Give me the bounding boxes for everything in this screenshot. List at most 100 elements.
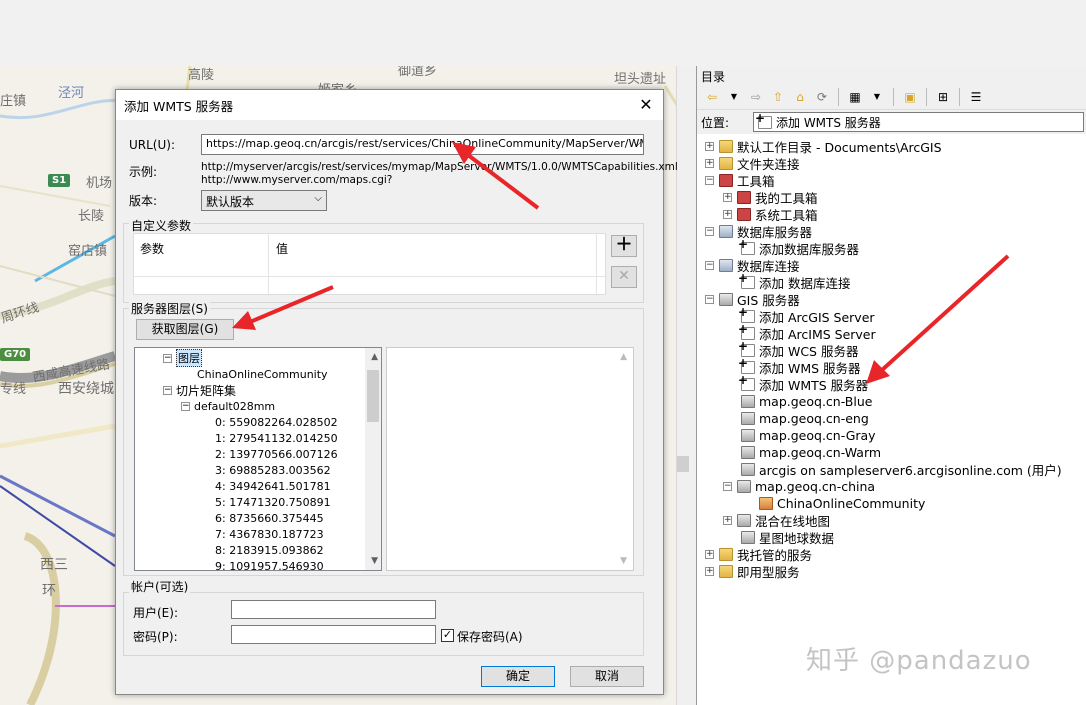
tree-item-geoq-china[interactable]: − map.geoq.cn-china xyxy=(723,478,875,495)
expand-icon[interactable]: + xyxy=(723,193,732,202)
home-icon[interactable]: ⌂ xyxy=(791,88,809,106)
zoom-level-item[interactable]: 0: 559082264.028502 xyxy=(215,414,338,430)
collapse-icon[interactable]: − xyxy=(163,385,172,395)
dropdown-arrow-icon[interactable]: ▼ xyxy=(868,88,886,106)
refresh-icon[interactable]: ⟳ xyxy=(813,88,831,106)
tree-item-geoq-blue[interactable]: map.geoq.cn-Blue xyxy=(741,393,872,410)
up-folder-icon[interactable]: ⇧ xyxy=(769,88,787,106)
collapse-icon[interactable]: − xyxy=(705,227,714,236)
layer-tree-scrollbar[interactable]: ▲ ▼ xyxy=(365,348,381,570)
zoom-level-item[interactable]: 2: 139770566.007126 xyxy=(215,446,338,462)
zoom-level-item[interactable]: 7: 4367830.187723 xyxy=(215,526,324,542)
collapse-icon[interactable]: − xyxy=(705,176,714,185)
cancel-button[interactable]: 取消 xyxy=(570,666,644,687)
scroll-down-icon[interactable]: ▼ xyxy=(371,556,378,566)
ok-button[interactable]: 确定 xyxy=(481,666,555,687)
tree-item-star-map[interactable]: 星图地球数据 xyxy=(741,529,834,546)
zoom-level-item[interactable]: 4: 34942641.501781 xyxy=(215,478,331,494)
tree-item-my-toolboxes[interactable]: + 我的工具箱 xyxy=(723,189,818,206)
tree-item-arcgis-sample[interactable]: arcgis on sampleserver6.arcgisonline.com… xyxy=(741,461,1062,478)
matrix-set-node[interactable]: − default028mm xyxy=(181,398,275,414)
map-label: 泾河 xyxy=(58,86,85,101)
param-column-header: 参数 xyxy=(140,242,165,256)
remove-param-button[interactable]: ✕ xyxy=(611,266,637,288)
collapse-icon[interactable]: − xyxy=(181,401,190,411)
options-icon[interactable]: ☰ xyxy=(967,88,985,106)
scroll-up-icon[interactable]: ▲ xyxy=(371,352,378,362)
password-input[interactable] xyxy=(231,625,436,644)
toggle-tree-icon[interactable]: ⊞ xyxy=(934,88,952,106)
example-label: 示例: xyxy=(129,165,158,179)
tree-item-default-workspace[interactable]: + 默认工作目录 - Documents\ArcGIS xyxy=(705,138,942,155)
server-icon xyxy=(741,531,755,544)
user-input[interactable] xyxy=(231,600,436,619)
panel-splitter[interactable] xyxy=(676,66,690,705)
layer-item[interactable]: ChinaOnlineCommunity xyxy=(197,366,328,382)
zoom-level-item[interactable]: 9: 1091957.546930 xyxy=(215,558,324,571)
location-field[interactable]: 添加 WMTS 服务器 xyxy=(753,111,1084,132)
expand-icon[interactable]: + xyxy=(723,210,732,219)
collapse-icon[interactable]: − xyxy=(705,261,714,270)
tree-item-china-online[interactable]: ChinaOnlineCommunity xyxy=(759,495,925,512)
get-layers-button[interactable]: 获取图层(G) xyxy=(136,319,234,340)
collapse-icon[interactable]: − xyxy=(705,295,714,304)
tree-item-geoq-eng[interactable]: map.geoq.cn-eng xyxy=(741,410,869,427)
map-label: 长陵 xyxy=(78,209,105,224)
collapse-icon[interactable]: − xyxy=(723,482,732,491)
home-folder-icon xyxy=(719,140,733,153)
tree-item-folder-connections[interactable]: + 文件夹连接 xyxy=(705,155,800,172)
zoom-level-item[interactable]: 3: 69885283.003562 xyxy=(215,462,331,478)
params-grid[interactable]: 参数 值 xyxy=(133,233,607,296)
version-label: 版本: xyxy=(129,194,158,208)
zoom-level-item[interactable]: 1: 279541132.014250 xyxy=(215,430,338,446)
forward-arrow-icon[interactable]: ⇨ xyxy=(747,88,765,106)
back-arrow-icon[interactable]: ⇦ xyxy=(703,88,721,106)
chevron-down-icon[interactable]: ⌵ xyxy=(633,138,641,149)
layer-node-layers[interactable]: − 图层 xyxy=(163,349,202,367)
expand-icon[interactable]: + xyxy=(723,516,732,525)
tree-item-db-servers[interactable]: − 数据库服务器 xyxy=(705,223,812,240)
tree-item-db-connections[interactable]: − 数据库连接 xyxy=(705,257,800,274)
tree-item-add-arcgis-server[interactable]: 添加 ArcGIS Server xyxy=(738,305,875,325)
expand-icon[interactable]: + xyxy=(705,142,714,151)
tree-item-add-wmts-server[interactable]: 添加 WMTS 服务器 xyxy=(738,373,868,393)
tree-item-hybrid-maps[interactable]: + 混合在线地图 xyxy=(723,512,830,529)
tree-item-add-wcs-server[interactable]: 添加 WCS 服务器 xyxy=(738,339,858,359)
save-password-checkbox[interactable]: ✓ xyxy=(441,629,454,642)
tree-item-add-arcims-server[interactable]: 添加 ArcIMS Server xyxy=(738,322,876,342)
highway-shield-g70: G70 xyxy=(0,348,31,361)
add-param-button[interactable]: ＋ xyxy=(611,235,637,257)
user-label: 用户(E): xyxy=(133,606,178,620)
tree-item-add-wms-server[interactable]: 添加 WMS 服务器 xyxy=(738,356,861,376)
tree-item-geoq-warm[interactable]: map.geoq.cn-Warm xyxy=(741,444,881,461)
url-input[interactable]: https://map.geoq.cn/arcgis/rest/services… xyxy=(201,134,644,155)
toolbar-separator xyxy=(959,87,960,106)
dropdown-arrow-icon[interactable]: ▼ xyxy=(725,88,743,106)
layer-tree[interactable]: − 图层 ChinaOnlineCommunity − 切片矩阵集 − default… xyxy=(134,347,382,571)
tree-item-my-hosted[interactable]: + 我托管的服务 xyxy=(705,546,812,563)
version-select[interactable]: 默认版本 ⌵ xyxy=(201,190,327,211)
tile-matrix-sets-node[interactable]: − 切片矩阵集 xyxy=(163,382,236,398)
scroll-down-icon: ▼ xyxy=(620,556,627,566)
scroll-thumb[interactable] xyxy=(367,370,379,422)
splitter-handle[interactable] xyxy=(677,456,689,472)
view-grid-icon[interactable]: ▦ xyxy=(846,88,864,106)
tree-item-toolbox[interactable]: − 工具箱 xyxy=(705,172,775,189)
expand-icon[interactable]: + xyxy=(705,550,714,559)
tree-item-gis-servers[interactable]: − GIS 服务器 xyxy=(705,291,800,308)
collapse-icon[interactable]: − xyxy=(163,353,172,363)
tree-item-add-db-connection[interactable]: 添加 数据库连接 xyxy=(738,271,850,291)
toolbox-icon xyxy=(737,208,751,221)
tree-item-ready-to-use[interactable]: + 即用型服务 xyxy=(705,563,800,580)
expand-icon[interactable]: + xyxy=(705,567,714,576)
tree-item-geoq-gray[interactable]: map.geoq.cn-Gray xyxy=(741,427,876,444)
highway-shield-s1: S1 xyxy=(48,174,71,187)
zoom-level-item[interactable]: 6: 8735660.375445 xyxy=(215,510,324,526)
tree-item-add-db-server[interactable]: 添加数据库服务器 xyxy=(738,237,859,257)
expand-icon[interactable]: + xyxy=(705,159,714,168)
zoom-level-item[interactable]: 8: 2183915.093862 xyxy=(215,542,324,558)
connect-folder-icon[interactable]: ▣ xyxy=(901,88,919,106)
zoom-level-item[interactable]: 5: 17471320.750891 xyxy=(215,494,331,510)
tree-item-system-toolboxes[interactable]: + 系统工具箱 xyxy=(723,206,818,223)
close-icon[interactable]: ✕ xyxy=(637,95,655,114)
